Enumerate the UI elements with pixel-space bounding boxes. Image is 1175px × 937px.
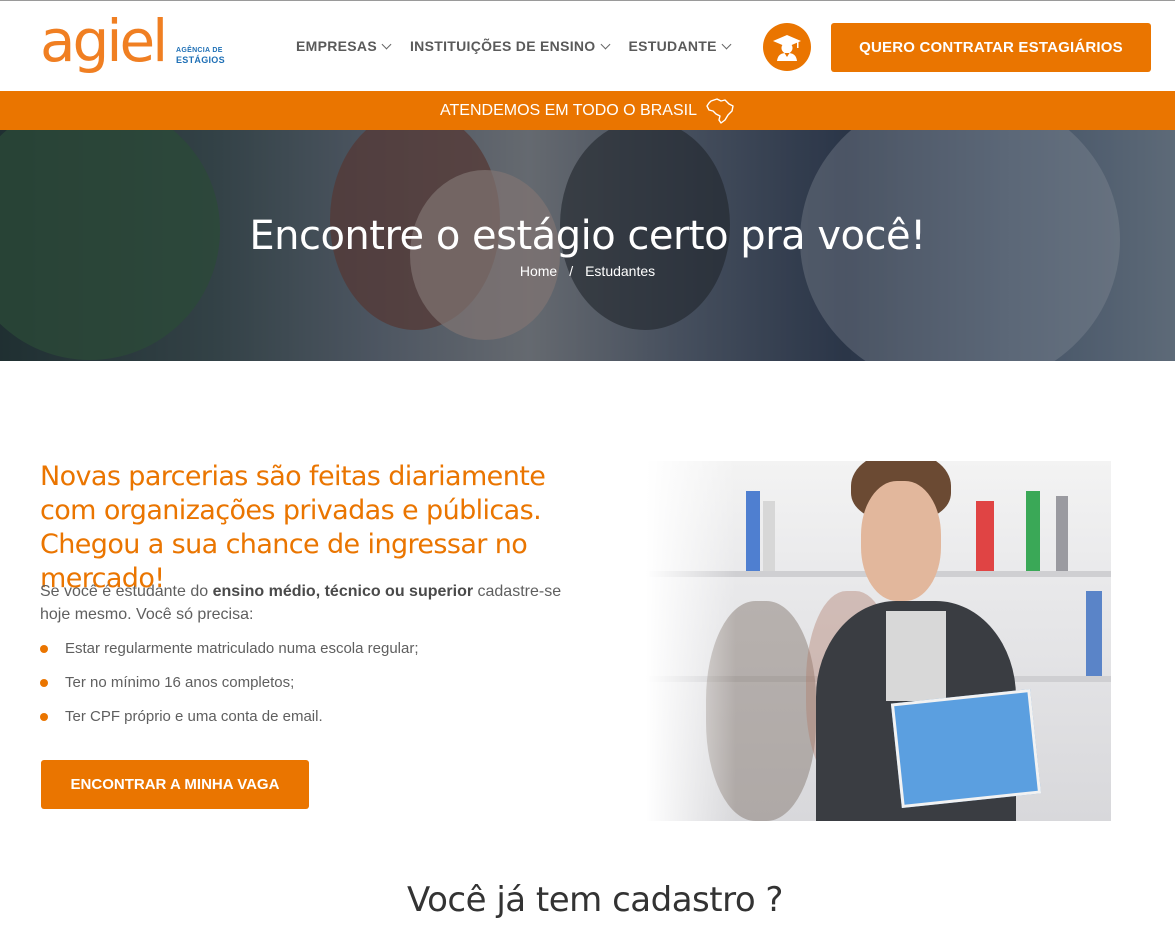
intro-text-a: Se você é estudante do bbox=[40, 583, 213, 600]
bullet-icon bbox=[40, 645, 48, 653]
bullet-icon bbox=[40, 713, 48, 721]
breadcrumb: Home / Estudantes bbox=[0, 263, 1175, 279]
chevron-down-icon bbox=[381, 39, 392, 49]
main-nav: EMPRESAS INSTITUIÇÕES DE ENSINO ESTUDANT… bbox=[296, 38, 750, 54]
student-face bbox=[861, 481, 941, 601]
hero-banner: Encontre o estágio certo pra você! Home /… bbox=[0, 130, 1175, 361]
book bbox=[763, 501, 775, 571]
chevron-down-icon bbox=[721, 39, 732, 49]
site-header: agiel AGÊNCIA DE ESTÁGIOS EMPRESAS INSTI… bbox=[0, 1, 1175, 91]
nav-label-estudante: ESTUDANTE bbox=[628, 38, 717, 54]
section-title-registration: Você já tem cadastro ? bbox=[407, 880, 783, 920]
requirement-text: Ter CPF próprio e uma conta de email. bbox=[65, 708, 323, 725]
nav-item-estudante[interactable]: ESTUDANTE bbox=[628, 38, 732, 54]
breadcrumb-home[interactable]: Home bbox=[520, 263, 557, 279]
nav-label-instituicoes: INSTITUIÇÕES DE ENSINO bbox=[409, 38, 596, 54]
breadcrumb-current: Estudantes bbox=[585, 263, 656, 279]
list-item: Estar regularmente matriculado numa esco… bbox=[40, 637, 419, 671]
bullet-icon bbox=[40, 679, 48, 687]
chevron-down-icon bbox=[600, 39, 610, 49]
logo-wordmark: agiel bbox=[40, 7, 168, 75]
nav-item-instituicoes[interactable]: INSTITUIÇÕES DE ENSINO bbox=[409, 38, 610, 54]
logo-subtitle-line-2: ESTÁGIOS bbox=[176, 55, 225, 65]
lead-heading: Novas parcerias são feitas diariamente c… bbox=[40, 461, 546, 594]
find-vacancy-button[interactable]: ENCONTRAR A MINHA VAGA bbox=[41, 760, 309, 809]
list-item: Ter CPF próprio e uma conta de email. bbox=[40, 705, 419, 739]
requirement-text: Estar regularmente matriculado numa esco… bbox=[65, 640, 419, 657]
nav-label-empresas: EMPRESAS bbox=[296, 38, 377, 54]
hero-title: Encontre o estágio certo pra você! bbox=[249, 213, 926, 259]
student-photo bbox=[646, 461, 1111, 821]
agiel-logo[interactable]: agiel AGÊNCIA DE ESTÁGIOS bbox=[40, 9, 230, 79]
graduate-icon bbox=[773, 35, 801, 61]
student-area-button[interactable] bbox=[763, 23, 811, 71]
book bbox=[976, 501, 994, 571]
coverage-text: ATENDEMOS EM TODO O BRASIL bbox=[440, 101, 697, 119]
student-shirt bbox=[886, 611, 946, 701]
list-item: Ter no mínimo 16 anos completos; bbox=[40, 671, 419, 705]
intro-paragraph: Se você é estudante do ensino médio, téc… bbox=[40, 580, 580, 626]
requirement-text: Ter no mínimo 16 anos completos; bbox=[65, 674, 295, 691]
hire-interns-button[interactable]: QUERO CONTRATAR ESTAGIÁRIOS bbox=[831, 23, 1151, 72]
intro-text-bold: ensino médio, técnico ou superior bbox=[212, 583, 474, 600]
logo-subtitle-line-1: AGÊNCIA DE bbox=[176, 47, 223, 54]
brazil-map-icon bbox=[706, 97, 734, 124]
logo-subtitle: AGÊNCIA DE ESTÁGIOS bbox=[176, 47, 225, 65]
requirements-list: Estar regularmente matriculado numa esco… bbox=[40, 637, 419, 739]
book bbox=[1026, 491, 1040, 571]
book bbox=[1056, 496, 1068, 571]
student-books bbox=[890, 688, 1042, 809]
book bbox=[746, 491, 760, 571]
nav-item-empresas[interactable]: EMPRESAS bbox=[296, 38, 392, 54]
book bbox=[1086, 591, 1102, 676]
breadcrumb-separator: / bbox=[569, 263, 574, 279]
photo-fade bbox=[646, 461, 736, 821]
coverage-banner: ATENDEMOS EM TODO O BRASIL bbox=[0, 91, 1175, 130]
